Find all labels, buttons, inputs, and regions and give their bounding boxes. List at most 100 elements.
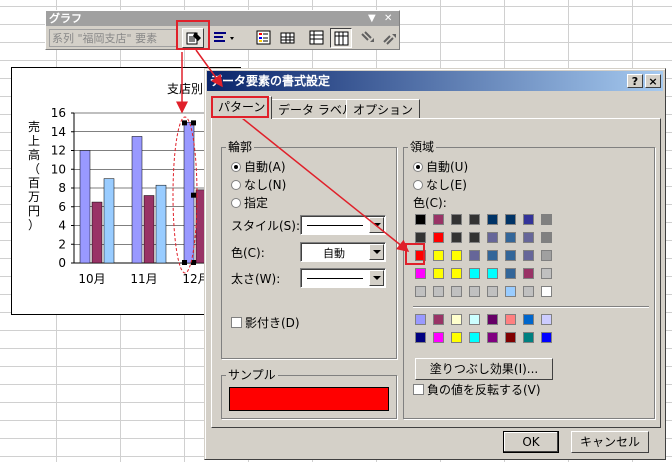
chart-color-swatch[interactable] [505, 332, 516, 343]
line-weight-select[interactable] [300, 268, 386, 288]
y-tick-label: 4 [58, 219, 66, 233]
toolbar-title: グラフ [49, 12, 82, 25]
chart-color-swatch[interactable] [505, 314, 516, 325]
color-swatch[interactable] [433, 214, 444, 225]
color-swatch[interactable] [469, 268, 480, 279]
color-swatch[interactable] [433, 232, 444, 243]
chart-color-swatch[interactable] [523, 314, 534, 325]
angle-text-down-icon [361, 31, 374, 42]
chart-color-swatch[interactable] [415, 332, 426, 343]
by-column-button[interactable] [330, 28, 352, 48]
line-style-select[interactable] [300, 215, 386, 235]
color-swatch[interactable] [541, 232, 552, 243]
color-swatch[interactable] [505, 286, 516, 297]
color-swatch[interactable] [433, 250, 444, 261]
color-swatch[interactable] [541, 268, 552, 279]
by-row-button[interactable] [306, 28, 328, 48]
y-tick-label: 6 [58, 200, 66, 214]
border-custom-radio[interactable]: 指定 [231, 196, 268, 210]
chart-color-swatch[interactable] [541, 332, 552, 343]
color-swatch[interactable] [523, 214, 534, 225]
data-table-button[interactable] [277, 28, 299, 48]
color-swatch[interactable] [469, 286, 480, 297]
chart-color-swatch[interactable] [469, 314, 480, 325]
chevron-down-icon [369, 217, 384, 233]
toolbar-options-icon[interactable]: ▼ [368, 11, 376, 26]
color-swatch[interactable] [505, 214, 516, 225]
color-swatch[interactable] [487, 286, 498, 297]
color-swatch[interactable] [487, 268, 498, 279]
bar [91, 201, 103, 264]
border-color-label: 色(C): [231, 246, 265, 260]
color-swatch[interactable] [505, 268, 516, 279]
chart-color-swatch[interactable] [523, 332, 534, 343]
style-label: スタイル(S): [231, 219, 301, 233]
color-swatch[interactable] [451, 214, 462, 225]
color-swatch[interactable] [415, 214, 426, 225]
palette-divider [413, 306, 649, 308]
close-button[interactable]: × [645, 74, 661, 88]
chevron-down-icon [369, 244, 384, 260]
y-tick-label: 0 [58, 256, 66, 270]
legend-button[interactable] [253, 28, 275, 48]
chart-type-icon [214, 32, 234, 42]
color-swatch[interactable] [541, 214, 552, 225]
sample-preview [229, 387, 389, 411]
toolbar-title-bar[interactable]: グラフ ▼ ✕ [46, 11, 399, 26]
border-color-select[interactable]: 自動 [300, 242, 386, 262]
chart-color-swatch[interactable] [469, 332, 480, 343]
color-swatch[interactable] [469, 232, 480, 243]
chart-type-button[interactable] [210, 28, 240, 48]
color-swatch[interactable] [523, 232, 534, 243]
area-auto-radio[interactable]: 自動(U) [413, 160, 468, 174]
chart-color-swatch[interactable] [487, 314, 498, 325]
angle-text-down-button[interactable] [357, 28, 379, 48]
chart-color-swatch[interactable] [415, 314, 426, 325]
color-swatch[interactable] [415, 268, 426, 279]
color-swatch[interactable] [487, 214, 498, 225]
chart-object-select[interactable]: 系列 "福岡支店" 要素 [49, 29, 177, 47]
color-swatch[interactable] [505, 232, 516, 243]
color-swatch[interactable] [523, 286, 534, 297]
invert-if-negative-checkbox[interactable]: 負の値を反転する(V) [413, 383, 541, 397]
chart-color-swatch[interactable] [487, 332, 498, 343]
color-swatch[interactable] [541, 286, 552, 297]
color-swatch[interactable] [469, 214, 480, 225]
fill-effects-button[interactable]: 塗りつぶし効果(I)... [415, 358, 553, 380]
color-swatch[interactable] [505, 250, 516, 261]
color-swatch[interactable] [433, 268, 444, 279]
color-swatch[interactable] [469, 250, 480, 261]
color-swatch[interactable] [451, 268, 462, 279]
weight-label: 太さ(W): [231, 272, 281, 286]
toolbar-close-icon[interactable]: ✕ [384, 11, 392, 26]
color-swatch[interactable] [487, 250, 498, 261]
shadow-checkbox[interactable]: 影付き(D) [231, 316, 300, 330]
help-button[interactable]: ? [627, 74, 643, 88]
chart-color-swatch[interactable] [451, 314, 462, 325]
color-swatch[interactable] [451, 250, 462, 261]
chart-color-swatch[interactable] [433, 332, 444, 343]
color-swatch[interactable] [523, 268, 534, 279]
tab-options[interactable]: オプション [346, 99, 421, 119]
color-swatch[interactable] [523, 250, 534, 261]
border-none-radio[interactable]: なし(N) [231, 178, 286, 192]
color-swatch[interactable] [415, 286, 426, 297]
color-swatch[interactable] [415, 232, 426, 243]
ok-button[interactable]: OK [503, 431, 559, 453]
by-row-icon [309, 30, 324, 45]
area-none-radio[interactable]: なし(E) [413, 178, 467, 192]
color-swatch[interactable] [541, 250, 552, 261]
cancel-button[interactable]: キャンセル [571, 431, 649, 453]
chart-color-swatch[interactable] [451, 332, 462, 343]
color-swatch[interactable] [451, 232, 462, 243]
color-swatch[interactable] [487, 232, 498, 243]
angle-text-up-button[interactable] [379, 28, 401, 48]
chart-color-swatch[interactable] [541, 314, 552, 325]
color-swatch[interactable] [433, 286, 444, 297]
color-swatch[interactable] [451, 286, 462, 297]
border-auto-radio[interactable]: 自動(A) [231, 160, 286, 174]
dialog-title-bar[interactable]: データ要素の書式設定 ? × [207, 71, 663, 91]
chart-color-swatch[interactable] [433, 314, 444, 325]
legend-icon [256, 30, 271, 45]
selection-handle [182, 260, 187, 265]
